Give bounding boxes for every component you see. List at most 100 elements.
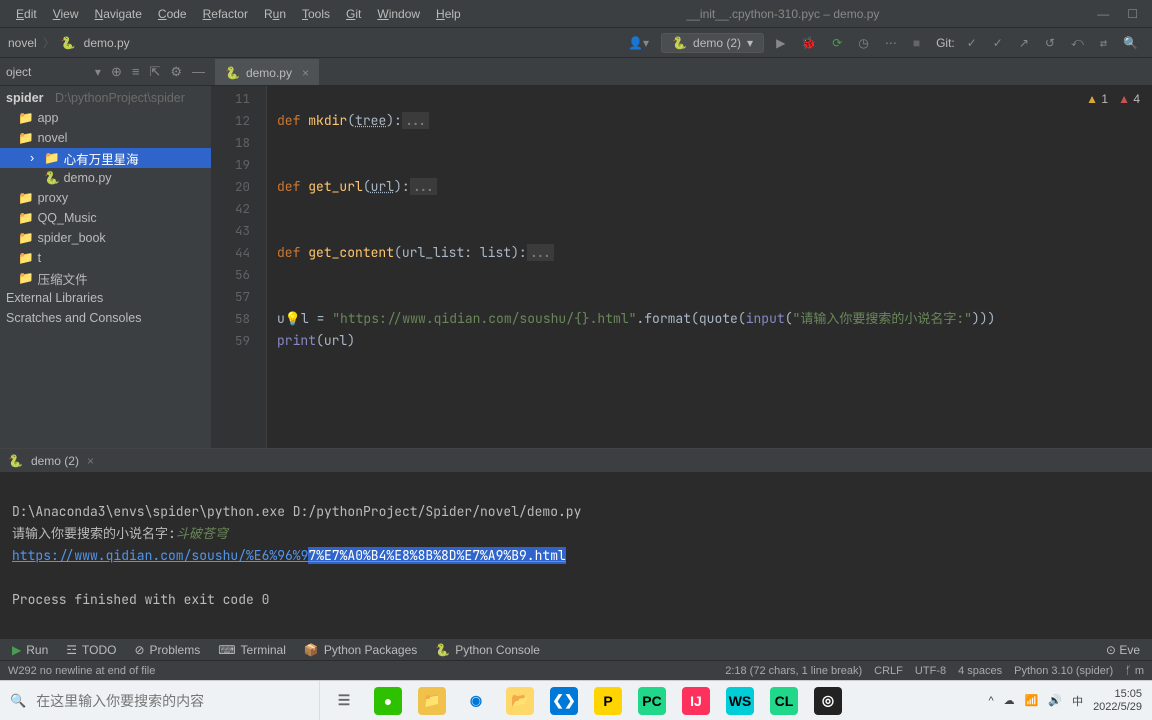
editor-tabs: 🐍 demo.py × — [211, 58, 1152, 86]
breadcrumb-item[interactable]: demo.py — [84, 36, 130, 50]
git-update-icon[interactable]: ✓ — [963, 34, 981, 52]
tray-wifi-icon[interactable]: 📶 — [1025, 694, 1039, 707]
wechat-icon[interactable]: ● — [374, 687, 402, 715]
tree-folder-novel[interactable]: 📁 novel — [0, 128, 211, 148]
coverage-button[interactable]: ⟳ — [828, 34, 846, 52]
tray-clock[interactable]: 15:05 2022/5/29 — [1093, 688, 1142, 712]
project-tool-title[interactable]: oject — [6, 65, 85, 79]
task-view-icon[interactable]: ☰ — [330, 687, 358, 715]
event-log-button[interactable]: ⊙ Eve — [1106, 643, 1140, 657]
todo-tool-button[interactable]: ☲TODO — [66, 643, 116, 657]
git-revert-icon[interactable]: ⤺ — [1067, 33, 1088, 52]
code-area[interactable]: def mkdir(tree):... def get_url(url):...… — [267, 86, 1152, 448]
tray-cloud-icon[interactable]: ☁ — [1004, 694, 1015, 707]
close-icon[interactable]: × — [87, 454, 94, 468]
menu-navigate[interactable]: Navigate — [87, 3, 150, 25]
git-history-icon[interactable]: ↺ — [1041, 34, 1059, 52]
project-root[interactable]: spider D:\pythonProject\spider — [0, 88, 211, 108]
status-git-branch[interactable]: ᚶ m — [1125, 665, 1144, 677]
close-icon[interactable]: × — [302, 66, 309, 80]
gutter[interactable]: 11 12 18 19 20 42 43 44 56 57 58 59 — [211, 86, 267, 448]
taskbar-search[interactable]: 🔍 — [0, 681, 320, 720]
tree-folder-proxy[interactable]: 📁 proxy — [0, 188, 211, 208]
menu-refactor[interactable]: Refactor — [195, 3, 256, 25]
run-config-selector[interactable]: 🐍 demo (2) ▾ — [661, 33, 764, 53]
target-icon[interactable]: ⊕ — [111, 64, 122, 80]
terminal-tool-button[interactable]: ⌨Terminal — [218, 643, 286, 657]
profile-button[interactable]: ◷ — [854, 34, 872, 52]
status-eol[interactable]: CRLF — [874, 665, 903, 677]
gear-icon[interactable]: ⚙ — [170, 64, 182, 80]
folder-icon: 📁 — [18, 251, 34, 266]
hide-icon[interactable]: — — [192, 64, 205, 79]
tree-external-libraries[interactable]: External Libraries — [0, 288, 211, 308]
explorer-icon[interactable]: 📁 — [418, 687, 446, 715]
edge-icon[interactable]: ◉ — [462, 687, 490, 715]
menu-edit[interactable]: Edit — [8, 3, 45, 25]
inspection-widget[interactable]: ▲ 1 ▲ 4 — [1086, 92, 1140, 106]
tray-ime[interactable]: 中 — [1072, 693, 1083, 709]
vscode-icon[interactable]: ❮❯ — [550, 687, 578, 715]
maximize-icon[interactable]: ☐ — [1127, 7, 1138, 21]
git-commit-icon[interactable]: ✓ — [989, 34, 1007, 52]
menu-view[interactable]: View — [45, 3, 87, 25]
tree-folder-spiderbook[interactable]: 📁 spider_book — [0, 228, 211, 248]
tree-folder-qqmusic[interactable]: 📁 QQ_Music — [0, 208, 211, 228]
potplayer-icon[interactable]: P — [594, 687, 622, 715]
menu-git[interactable]: Git — [338, 3, 369, 25]
tree-folder-t[interactable]: 📁 t — [0, 248, 211, 268]
console-output[interactable]: D:\Anaconda3\envs\spider\python.exe D:/p… — [0, 473, 1152, 638]
console-url-link[interactable]: https://www.qidian.com/soushu/%E6%96%97%… — [12, 547, 566, 564]
editor-tab-demo[interactable]: 🐍 demo.py × — [215, 59, 319, 85]
breadcrumb-item[interactable]: novel — [8, 36, 37, 50]
clion-icon[interactable]: CL — [770, 687, 798, 715]
chevron-down-icon[interactable]: ▾ — [95, 65, 101, 79]
menu-window[interactable]: Window — [369, 3, 428, 25]
git-push-icon[interactable]: ↗ — [1015, 34, 1033, 52]
tree-file-demo[interactable]: 🐍 demo.py — [0, 168, 211, 188]
status-encoding[interactable]: UTF-8 — [915, 665, 946, 677]
tree-scratches[interactable]: Scratches and Consoles — [0, 308, 211, 328]
taskbar-search-input[interactable] — [36, 693, 309, 709]
windows-taskbar: 🔍 ☰ ● 📁 ◉ 📂 ❮❯ P PC IJ WS CL ◎ ^ ☁ 📶 🔊 中… — [0, 680, 1152, 720]
run-tab-label[interactable]: demo (2) — [31, 454, 79, 468]
menu-code[interactable]: Code — [150, 3, 195, 25]
status-interpreter[interactable]: Python 3.10 (spider) — [1014, 665, 1113, 677]
intention-bulb-icon[interactable]: 💡 — [285, 310, 301, 327]
breadcrumb[interactable]: novel 〉 🐍 demo.py — [0, 34, 130, 51]
user-icon[interactable]: 👤▾ — [624, 34, 653, 52]
packages-tool-button[interactable]: 📦Python Packages — [304, 643, 417, 657]
search-everywhere-icon[interactable]: 🔍 — [1119, 34, 1142, 52]
status-indent[interactable]: 4 spaces — [958, 665, 1002, 677]
status-caret-pos[interactable]: 2:18 (72 chars, 1 line break) — [725, 665, 862, 677]
python-file-icon: 🐍 — [61, 36, 76, 50]
obs-icon[interactable]: ◎ — [814, 687, 842, 715]
webstorm-icon[interactable]: WS — [726, 687, 754, 715]
project-tree[interactable]: spider D:\pythonProject\spider 📁 app 📁 n… — [0, 86, 211, 328]
tree-folder-zip[interactable]: 📁 压缩文件 — [0, 268, 211, 288]
menu-run[interactable]: Run — [256, 3, 294, 25]
menu-help[interactable]: Help — [428, 3, 469, 25]
problems-tool-button[interactable]: ⊘Problems — [134, 643, 200, 657]
attach-button[interactable]: ⋯ — [881, 34, 901, 52]
tray-chevron-icon[interactable]: ^ — [988, 695, 993, 707]
folder-icon: 📁 — [18, 111, 34, 126]
tree-folder-app[interactable]: 📁 app — [0, 108, 211, 128]
minimize-icon[interactable]: — — [1097, 7, 1109, 21]
expand-all-icon[interactable]: ≡ — [132, 64, 140, 79]
stop-button[interactable]: ■ — [909, 34, 924, 52]
debug-button[interactable]: 🐞 — [797, 34, 820, 52]
run-tool-button[interactable]: ▶Run — [12, 643, 48, 657]
pycharm-icon[interactable]: PC — [638, 687, 666, 715]
pyconsole-tool-button[interactable]: 🐍Python Console — [435, 643, 540, 657]
menu-tools[interactable]: Tools — [294, 3, 338, 25]
folder-icon[interactable]: 📂 — [506, 687, 534, 715]
run-button[interactable]: ▶ — [772, 34, 789, 52]
titlebar: Edit View Navigate Code Refactor Run Too… — [0, 0, 1152, 28]
ide-settings-icon[interactable]: ⇄ — [1096, 34, 1111, 52]
tray-volume-icon[interactable]: 🔊 — [1048, 694, 1062, 707]
intellij-icon[interactable]: IJ — [682, 687, 710, 715]
editor-body[interactable]: ▲ 1 ▲ 4 11 12 18 19 20 42 43 44 56 57 58… — [211, 86, 1152, 448]
collapse-all-icon[interactable]: ⇱ — [149, 64, 160, 80]
tree-folder-selected[interactable]: › 📁 心有万里星海 — [0, 148, 211, 168]
